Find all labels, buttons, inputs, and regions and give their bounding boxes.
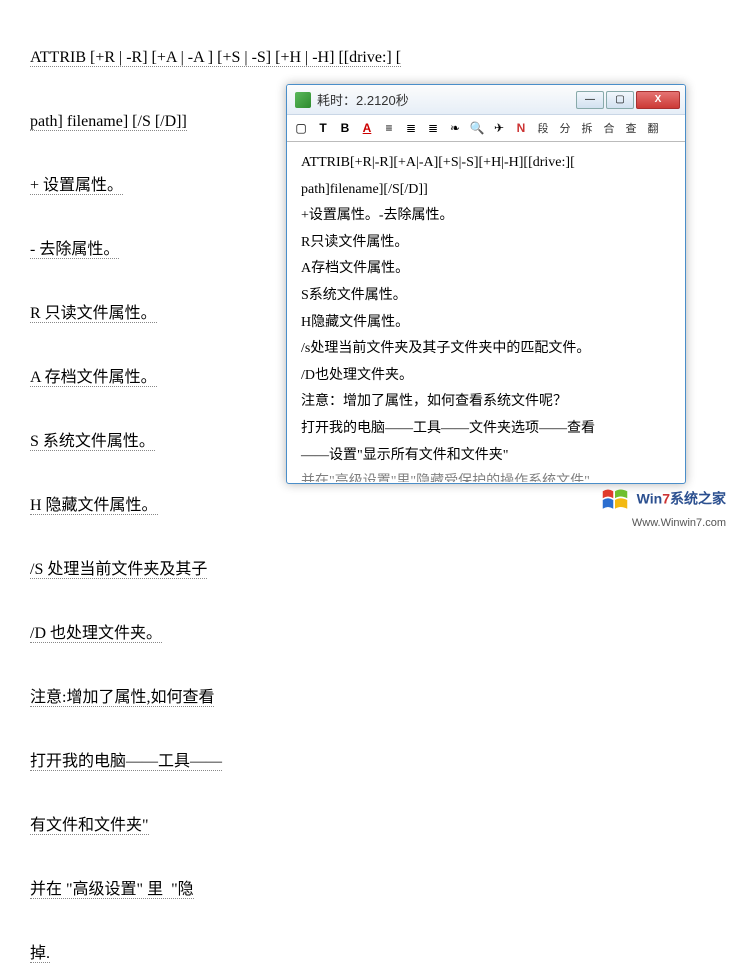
body-line: A存档文件属性。 <box>301 256 677 283</box>
body-line: 并在"高级设置"里"隐藏受保护的操作系统文件" <box>301 469 677 482</box>
bg-line: /S 处理当前文件夹及其子 <box>30 561 207 579</box>
toolbar: ▢ T B A ≡ ≣ ≣ ❧ 🔍 ✈ N 段 分 拆 合 查 翻 <box>287 115 685 142</box>
globe-icon[interactable]: ❧ <box>447 119 463 137</box>
body-line: 注意：增加了属性，如何查看系统文件呢？ <box>301 389 677 416</box>
body-line: ――设置"显示所有文件和文件夹" <box>301 443 677 470</box>
close-button[interactable]: X <box>636 91 680 109</box>
bg-line: ATTRIB [+R | -R] [+A | -A ] [+S | -S] [+… <box>30 49 401 67</box>
align-left-icon[interactable]: ≡ <box>381 119 397 137</box>
body-line: /s处理当前文件夹及其子文件夹中的匹配文件。 <box>301 336 677 363</box>
n-icon[interactable]: N <box>513 119 529 137</box>
box-icon[interactable]: ▢ <box>293 119 309 137</box>
bg-line: 并在 "高级设置" 里 "隐 <box>30 881 194 899</box>
bg-line: 打开我的电脑――工具―― <box>30 753 222 771</box>
btn-cha[interactable]: 查 <box>623 119 639 137</box>
btn-duan[interactable]: 段 <box>535 119 551 137</box>
list-icon[interactable]: ≣ <box>425 119 441 137</box>
body-line: ATTRIB[+R|-R][+A|-A][+S|-S][+H|-H][[driv… <box>301 150 677 177</box>
bg-line: 有文件和文件夹" <box>30 817 149 835</box>
bg-line: A 存档文件属性。 <box>30 369 157 387</box>
window-title: 耗时：2.2120秒 <box>317 90 574 109</box>
body-line: /D也处理文件夹。 <box>301 363 677 390</box>
bg-line: + 设置属性。 <box>30 177 123 195</box>
bg-line: H 隐藏文件属性。 <box>30 497 158 515</box>
minimize-icon: — <box>585 94 595 105</box>
minimize-button[interactable]: — <box>576 91 604 109</box>
popup-body[interactable]: ATTRIB[+R|-R][+A|-A][+S|-S][+H|-H][[driv… <box>287 142 685 482</box>
body-line: R只读文件属性。 <box>301 230 677 257</box>
titlebar[interactable]: 耗时：2.2120秒 — ▢ X <box>287 85 685 115</box>
watermark-url: Www.Winwin7.com <box>632 517 726 529</box>
send-icon[interactable]: ✈ <box>491 119 507 137</box>
bg-line: S 系统文件属性。 <box>30 433 155 451</box>
watermark: Win7系统之家 Www.Winwin7.com <box>601 486 726 529</box>
bg-line: 掉. <box>30 945 50 963</box>
text-t[interactable]: T <box>315 119 331 137</box>
maximize-button[interactable]: ▢ <box>606 91 634 109</box>
bg-line: - 去除属性。 <box>30 241 119 259</box>
btn-fen[interactable]: 分 <box>557 119 573 137</box>
body-line: 打开我的电脑――工具――文件夹选项――查看 <box>301 416 677 443</box>
btn-chai[interactable]: 拆 <box>579 119 595 137</box>
bg-line: R 只读文件属性。 <box>30 305 157 323</box>
close-icon: X <box>655 94 662 105</box>
bg-line: path] filename] [/S [/D]] <box>30 113 187 131</box>
body-line: S系统文件属性。 <box>301 283 677 310</box>
body-line: +设置属性。-去除属性。 <box>301 203 677 230</box>
btn-he[interactable]: 合 <box>601 119 617 137</box>
logo-icon <box>601 486 629 514</box>
bg-line: /D 也处理文件夹。 <box>30 625 162 643</box>
align-center-icon[interactable]: ≣ <box>403 119 419 137</box>
maximize-icon: ▢ <box>615 94 624 105</box>
bold-b[interactable]: B <box>337 119 353 137</box>
body-line: path]filename][/S[/D]] <box>301 177 677 204</box>
app-icon <box>295 92 311 108</box>
color-a[interactable]: A <box>359 119 375 137</box>
bg-line: 注意:增加了属性,如何查看 <box>30 689 214 707</box>
search-icon[interactable]: 🔍 <box>469 119 485 137</box>
body-line: H隐藏文件属性。 <box>301 310 677 337</box>
popup-window: 耗时：2.2120秒 — ▢ X ▢ T B A ≡ ≣ ≣ ❧ 🔍 ✈ N 段… <box>286 84 686 484</box>
watermark-title: Win7系统之家 <box>637 490 726 506</box>
btn-fan[interactable]: 翻 <box>645 119 661 137</box>
